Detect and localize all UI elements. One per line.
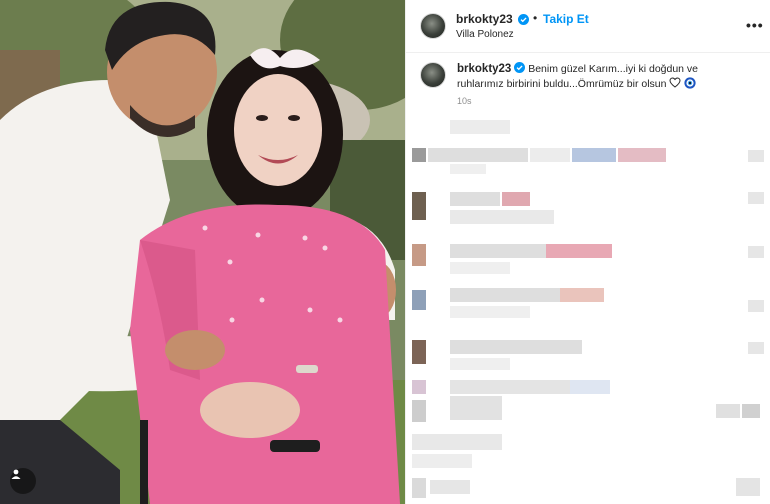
blur-block (716, 404, 740, 418)
caption-username[interactable]: brkokty23 (457, 63, 511, 75)
post-panel: brkokty23 • Takip Et Villa Polonez ••• b… (405, 0, 770, 504)
blur-block (450, 396, 502, 420)
post-header: brkokty23 • Takip Et Villa Polonez ••• (406, 0, 770, 53)
photo-illustration (0, 0, 405, 504)
avatar[interactable] (420, 13, 446, 39)
blur-block (430, 480, 470, 494)
separator-dot: • (533, 11, 538, 25)
blur-block (412, 244, 426, 266)
blur-block (412, 400, 426, 422)
caption: brkokty23 Benim güzel Karım...iyi ki doğ… (457, 62, 737, 92)
blur-block (412, 290, 426, 310)
follow-button[interactable]: Takip Et (543, 12, 589, 26)
post-photo[interactable] (0, 0, 405, 504)
verified-badge-icon (514, 62, 526, 73)
blur-block (450, 120, 510, 134)
blur-block (450, 340, 582, 354)
blur-block (502, 192, 530, 206)
blur-block (748, 192, 764, 204)
blur-block (412, 434, 502, 450)
verified-badge-icon (518, 14, 529, 25)
blur-block (450, 164, 486, 174)
blur-block (560, 288, 604, 302)
blur-block (428, 148, 528, 162)
blur-block (412, 148, 426, 162)
blur-block (748, 342, 764, 354)
username-link[interactable]: brkokty23 (456, 12, 513, 26)
more-options-icon[interactable]: ••• (746, 17, 764, 33)
blur-block (450, 244, 546, 258)
blur-block (450, 210, 554, 224)
blur-block (546, 244, 612, 258)
caption-avatar[interactable] (420, 62, 446, 88)
heart-icon (669, 77, 681, 88)
blur-block (412, 478, 426, 498)
blur-block (748, 300, 764, 312)
blur-block (412, 380, 426, 394)
blur-block (748, 150, 764, 162)
blur-block (530, 148, 570, 162)
blur-block (572, 148, 616, 162)
blur-block (736, 478, 760, 496)
blur-block (450, 306, 530, 318)
blur-block (412, 192, 426, 220)
blur-block (450, 288, 560, 302)
blur-block (412, 340, 426, 364)
blur-block (450, 192, 500, 206)
blur-block (748, 246, 764, 258)
evil-eye-icon (684, 77, 696, 89)
blur-block (450, 380, 590, 394)
user-tag-icon[interactable] (10, 468, 36, 494)
blur-block (618, 148, 666, 162)
blur-block (570, 380, 610, 394)
blur-block (450, 358, 510, 370)
location-link[interactable]: Villa Polonez (456, 29, 514, 40)
blur-block (412, 454, 472, 468)
post-time: 10s (457, 96, 472, 106)
blur-block (742, 404, 760, 418)
blur-block (450, 262, 510, 274)
